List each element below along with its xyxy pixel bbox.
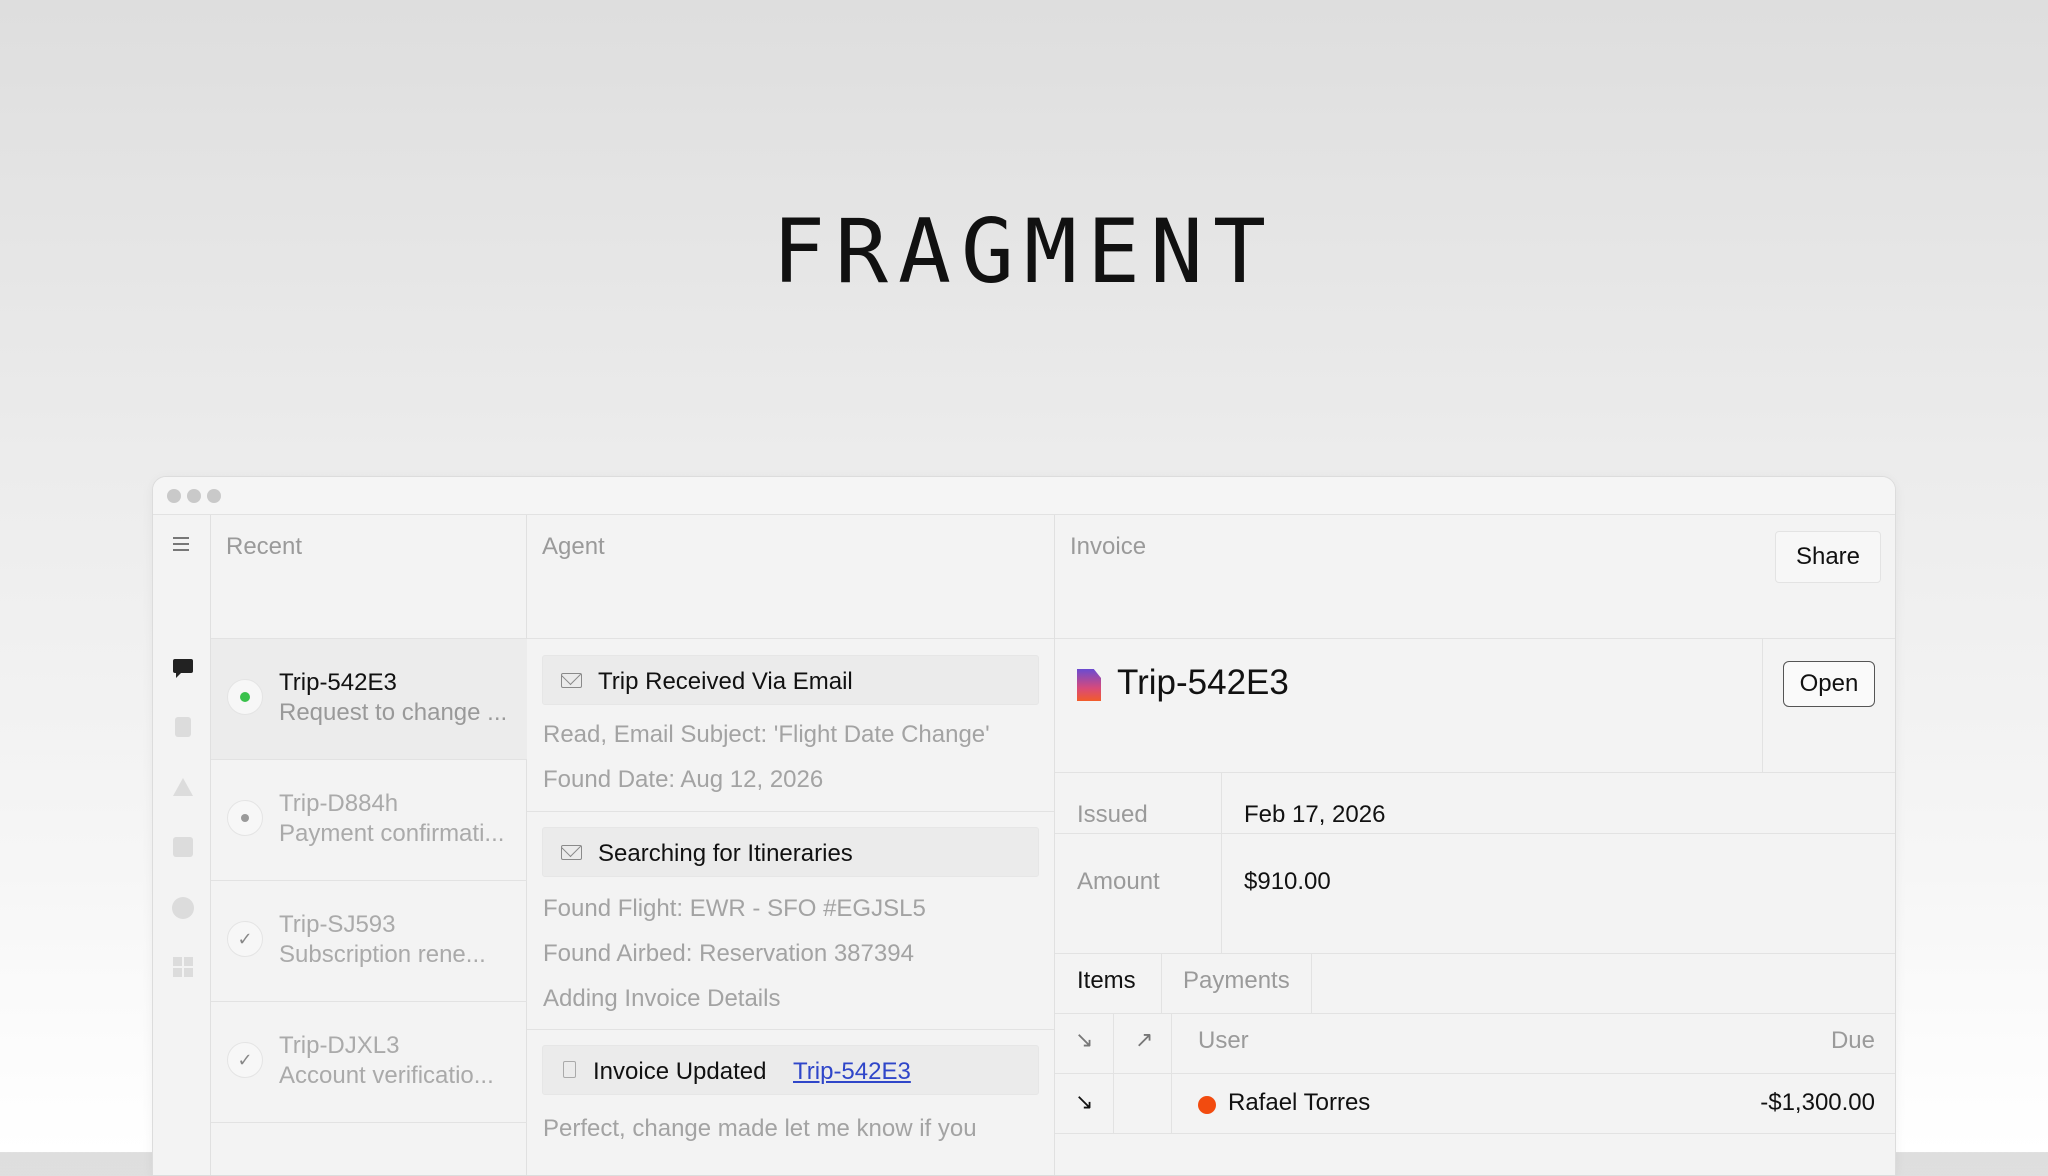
window-titlebar	[153, 477, 1895, 515]
step-detail: Found Flight: EWR - SFO #EGJSL5	[543, 895, 926, 922]
tab-payments[interactable]: Payments	[1183, 967, 1290, 995]
recent-item-name: Trip-D884h	[279, 790, 399, 817]
mail-icon	[561, 673, 582, 688]
check-icon: ✓	[227, 1042, 263, 1078]
step-label: Invoice Updated	[593, 1058, 767, 1085]
recent-item-name: Trip-DJXL3	[279, 1032, 400, 1059]
recent-item-name: Trip-542E3	[279, 669, 397, 696]
step-card-searching[interactable]: Searching for Itineraries	[542, 827, 1039, 877]
recent-item-desc: Request to change ...	[279, 699, 508, 726]
agent-title: Agent	[542, 533, 605, 560]
recent-header: Recent	[211, 515, 526, 639]
step-label: Trip Received Via Email	[598, 668, 853, 695]
document-icon[interactable]	[175, 717, 191, 737]
step-label: Searching for Itineraries	[598, 840, 853, 867]
grid-icon[interactable]	[173, 957, 193, 977]
step-card-invoice-updated[interactable]: Invoice Updated Trip-542E3	[542, 1045, 1039, 1095]
circle-icon[interactable]	[172, 897, 194, 919]
agent-message: Perfect, change made let me know if you	[543, 1115, 977, 1142]
window-maximize-dot[interactable]	[207, 489, 221, 503]
step-detail: Read, Email Subject: 'Flight Date Change…	[543, 721, 990, 748]
step-detail: Found Airbed: Reservation 387394	[543, 940, 914, 967]
open-button[interactable]: Open	[1783, 661, 1875, 707]
recent-item-desc: Subscription rene...	[279, 941, 486, 968]
recent-item-trip-d884h[interactable]: Trip-D884h Payment confirmati...	[211, 760, 527, 881]
icon-rail	[153, 515, 211, 1175]
step-detail: Found Date: Aug 12, 2026	[543, 766, 824, 793]
step-card-trip-received[interactable]: Trip Received Via Email	[542, 655, 1039, 705]
recent-item-name: Trip-SJ593	[279, 911, 396, 938]
column-header-user: User	[1198, 1027, 1249, 1054]
divider	[527, 811, 1054, 812]
recent-item-trip-542e3[interactable]: Trip-542E3 Request to change ...	[211, 639, 527, 760]
step-detail: Adding Invoice Details	[543, 985, 781, 1012]
recent-item-desc: Account verificatio...	[279, 1062, 494, 1089]
recent-item-trip-djxl3[interactable]: ✓ Trip-DJXL3 Account verificatio...	[211, 1002, 527, 1123]
brand-logo-text: FRAGMENT	[772, 200, 1276, 303]
rail-head	[153, 515, 210, 639]
recent-title: Recent	[226, 533, 303, 560]
menu-icon[interactable]	[173, 537, 189, 555]
recent-item-trip-sj593[interactable]: ✓ Trip-SJ593 Subscription rene...	[211, 881, 527, 1002]
mail-icon	[561, 845, 582, 860]
user-name: Rafael Torres	[1228, 1089, 1371, 1116]
triangle-icon[interactable]	[173, 778, 193, 796]
arrow-up-right-icon[interactable]: ↗	[1135, 1027, 1153, 1053]
share-button[interactable]: Share	[1775, 531, 1881, 583]
window-close-dot[interactable]	[167, 489, 181, 503]
arrow-down-right-icon: ↘	[1075, 1089, 1094, 1114]
tab-items[interactable]: Items	[1077, 967, 1136, 995]
square-icon[interactable]	[173, 837, 193, 857]
arrow-down-right-icon[interactable]: ↘	[1075, 1027, 1093, 1053]
agent-column: Agent Trip Received Via Email Read, Emai…	[527, 515, 1055, 1175]
check-icon: ✓	[227, 921, 263, 957]
amount-label: Amount	[1077, 868, 1160, 895]
recent-column: Recent Trip-542E3 Request to change ... …	[211, 515, 527, 1175]
invoice-title: Trip-542E3	[1117, 663, 1289, 702]
invoice-column: Invoice Share Trip-542E3 Open Issued Feb…	[1055, 515, 1895, 1175]
due-amount: -$1,300.00	[1760, 1089, 1875, 1116]
recent-item-desc: Payment confirmati...	[279, 820, 505, 847]
column-header-due: Due	[1830, 1027, 1875, 1054]
app-content: Recent Trip-542E3 Request to change ... …	[153, 515, 1895, 1175]
chat-icon[interactable]	[173, 659, 193, 678]
issued-label: Issued	[1077, 801, 1148, 828]
status-active-icon	[227, 679, 263, 715]
amount-value: $910.00	[1244, 868, 1331, 895]
divider	[527, 1029, 1054, 1030]
invoice-link[interactable]: Trip-542E3	[793, 1058, 911, 1086]
app-window: Recent Trip-542E3 Request to change ... …	[152, 476, 1896, 1176]
user-color-dot	[1198, 1096, 1216, 1114]
status-pending-icon	[227, 800, 263, 836]
window-minimize-dot[interactable]	[187, 489, 201, 503]
issued-value: Feb 17, 2026	[1244, 801, 1386, 828]
invoice-title-row: Trip-542E3 Open	[1055, 639, 1895, 773]
agent-header: Agent	[527, 515, 1054, 639]
invoice-file-icon	[1077, 669, 1101, 701]
invoice-column-title: Invoice	[1070, 533, 1147, 560]
invoice-header: Invoice Share	[1055, 515, 1895, 639]
document-icon	[563, 1061, 576, 1078]
